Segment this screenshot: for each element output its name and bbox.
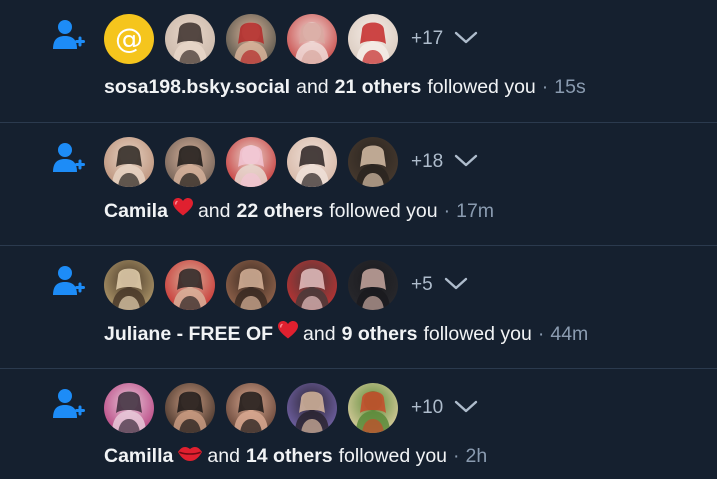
action-text: followed you: [427, 76, 536, 98]
expand-button[interactable]: [441, 270, 471, 300]
more-followers-count: +18: [411, 151, 444, 172]
timestamp: 2h: [465, 445, 488, 467]
others-count: 21 others: [334, 76, 422, 98]
follow-notification[interactable]: +18 Camila and 22 others followed you · 17m: [0, 123, 717, 246]
person-add-icon: [52, 264, 86, 298]
actor-name-link[interactable]: Camilla: [104, 443, 173, 469]
notification-summary: Camilla and 14 others followed you · 2h: [104, 443, 487, 469]
follower-avatar-default[interactable]: @: [104, 14, 154, 64]
separator-dot: ·: [541, 76, 549, 98]
avatar-stack: +18: [104, 136, 481, 188]
chevron-down-icon: [453, 397, 479, 420]
others-count: 9 others: [341, 322, 418, 345]
follower-avatar[interactable]: [287, 14, 337, 64]
connector-text: and: [207, 445, 240, 467]
follower-avatar[interactable]: [226, 137, 276, 187]
more-followers-count: +10: [411, 397, 444, 418]
heart-emoji-icon: [277, 320, 299, 347]
follower-avatar[interactable]: [165, 137, 215, 187]
more-followers-count: +17: [411, 28, 444, 49]
connector-text: and: [296, 76, 329, 98]
follower-avatar[interactable]: [348, 260, 398, 310]
notification-feed: @ +17 sosa198.bsky.social and 21 others follo…: [0, 0, 717, 479]
notification-summary: Juliane - FREE OF and 9 others followed you…: [104, 320, 588, 347]
follower-avatar[interactable]: [104, 383, 154, 433]
timestamp: 15s: [554, 76, 586, 98]
notification-summary: sosa198.bsky.social and 21 others followed …: [104, 74, 586, 100]
follower-avatar[interactable]: [165, 260, 215, 310]
at-symbol-icon: @: [115, 22, 143, 55]
expand-button[interactable]: [451, 147, 481, 177]
avatar-stack: +10: [104, 382, 481, 434]
follower-avatar[interactable]: [165, 383, 215, 433]
avatar-stack: +5: [104, 259, 471, 311]
actor-name-link[interactable]: sosa198.bsky.social: [104, 74, 290, 100]
follower-avatar[interactable]: [348, 383, 398, 433]
connector-text: and: [197, 199, 231, 222]
chevron-down-icon: [453, 151, 479, 174]
heart-emoji-icon: [172, 197, 194, 224]
actor-name-link[interactable]: Camila: [104, 198, 168, 224]
follower-avatar[interactable]: [287, 260, 337, 310]
avatar-stack: @ +17: [104, 13, 481, 65]
action-text: followed you: [329, 199, 438, 222]
more-followers-count: +5: [411, 274, 433, 295]
actor-name-link[interactable]: Juliane - FREE OF: [104, 321, 273, 347]
follower-avatar[interactable]: [226, 383, 276, 433]
separator-dot: ·: [537, 322, 545, 345]
person-add-icon: [52, 387, 86, 421]
timestamp: 44m: [550, 322, 589, 345]
lips-emoji-icon: [177, 443, 203, 469]
expand-button[interactable]: [451, 24, 481, 54]
timestamp: 17m: [456, 199, 495, 222]
person-add-icon: [52, 141, 86, 175]
follow-notification[interactable]: +10 Camilla and 14 others followed you · 2h: [0, 369, 717, 479]
follower-avatar[interactable]: [104, 260, 154, 310]
follower-avatar[interactable]: [165, 14, 215, 64]
follow-notification[interactable]: @ +17 sosa198.bsky.social and 21 others follo…: [0, 0, 717, 123]
follower-avatar[interactable]: [226, 260, 276, 310]
action-text: followed you: [338, 445, 448, 467]
follower-avatar[interactable]: [348, 137, 398, 187]
follower-avatar[interactable]: [104, 137, 154, 187]
separator-dot: ·: [453, 445, 460, 467]
separator-dot: ·: [443, 199, 451, 222]
expand-button[interactable]: [451, 393, 481, 423]
notification-summary: Camila and 22 others followed you · 17m: [104, 197, 494, 224]
follower-avatar[interactable]: [348, 14, 398, 64]
connector-text: and: [303, 322, 336, 345]
person-add-icon: [52, 18, 86, 52]
follower-avatar[interactable]: [287, 137, 337, 187]
chevron-down-icon: [453, 28, 479, 51]
others-count: 14 others: [245, 445, 333, 467]
follower-avatar[interactable]: [226, 14, 276, 64]
others-count: 22 others: [236, 199, 324, 222]
action-text: followed you: [423, 322, 532, 345]
follow-notification[interactable]: +5 Juliane - FREE OF and 9 others followed y…: [0, 246, 717, 369]
follower-avatar[interactable]: [287, 383, 337, 433]
chevron-down-icon: [443, 274, 469, 297]
